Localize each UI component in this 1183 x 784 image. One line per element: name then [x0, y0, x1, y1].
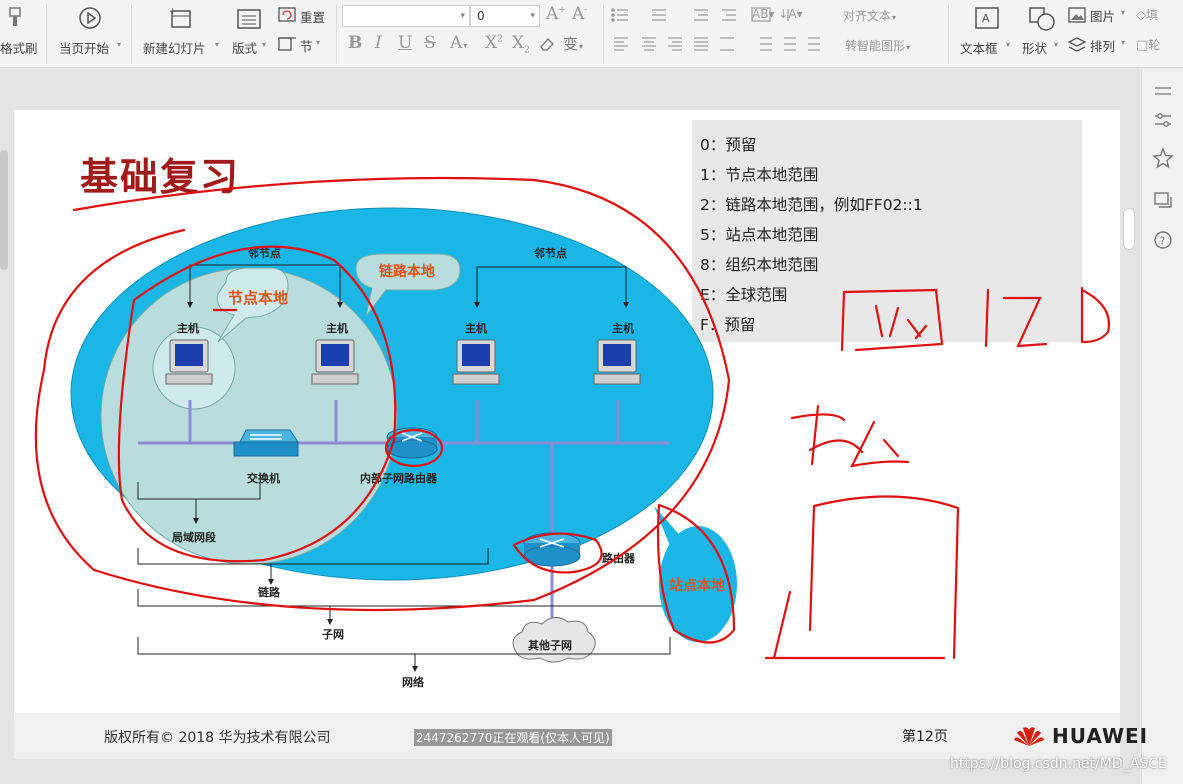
grow-font-button[interactable]: A+	[546, 4, 566, 24]
textbox-button[interactable]: A 文本框 ▾	[960, 4, 1016, 64]
other-subnet-label: 其他子网	[528, 638, 572, 652]
router-icon	[523, 532, 581, 567]
presentation-app: 格式刷 当页开始 ▾ + 新建幻灯片 ▾ 版式 ▾ 重置 节 ▾ ▾ 0 ▾ A…	[0, 0, 1183, 784]
vertical-scrollbar-thumb[interactable]	[1123, 208, 1135, 250]
section-icon	[278, 37, 296, 51]
new-slide-icon: +	[169, 7, 191, 28]
help-icon[interactable]: ?	[1152, 229, 1174, 251]
ribbon-toolbar: 格式刷 当页开始 ▾ + 新建幻灯片 ▾ 版式 ▾ 重置 节 ▾ ▾ 0 ▾ A…	[0, 0, 1183, 68]
task-pane-bar: ?	[1141, 69, 1183, 784]
svg-text:+: +	[169, 7, 177, 17]
host-label: 主机	[177, 321, 199, 335]
host-computer-icon	[311, 339, 359, 385]
switch-label: 交换机	[247, 471, 280, 485]
callout-node-local: 节点本地	[228, 289, 288, 307]
new-slide-button[interactable]: + 新建幻灯片 ▾	[142, 4, 222, 64]
phonetic-button[interactable]: 变▾	[563, 33, 583, 54]
router-label: 路由器	[602, 551, 636, 565]
play-from-current-button[interactable]: 当页开始 ▾	[58, 4, 126, 64]
layout-button[interactable]: 版式 ▾	[230, 4, 270, 64]
thumbnail-scrollbar[interactable]	[0, 150, 8, 270]
bold-button[interactable]: B	[348, 33, 362, 53]
host-label: 主机	[612, 321, 634, 335]
host-computer-icon	[452, 339, 500, 385]
shrink-font-button[interactable]: A-	[572, 4, 587, 24]
font-size-select[interactable]: 0 ▾	[470, 5, 540, 27]
eraser-icon[interactable]	[538, 35, 556, 53]
align-controls-row[interactable]	[612, 35, 842, 53]
shape-icon	[1029, 7, 1055, 31]
page-number: 第12页	[902, 729, 948, 745]
copyright-text: 版权所有© 2018 华为技术有限公司	[104, 730, 331, 746]
host-label: 主机	[465, 321, 487, 335]
shape-button[interactable]: 形状 ▾	[1020, 4, 1064, 64]
arrange-icon	[1068, 37, 1086, 52]
brush-icon	[9, 7, 21, 26]
settings-sliders-icon[interactable]	[1152, 109, 1174, 131]
underline-button[interactable]: U	[398, 33, 412, 53]
host-computer-icon	[165, 339, 213, 385]
svg-text:?: ?	[1160, 235, 1166, 248]
slide-footer: 版权所有© 2018 华为技术有限公司 2447262770正在观看(仅本人可见…	[14, 713, 1147, 759]
superscript-button[interactable]: X2	[485, 33, 503, 53]
font-name-select[interactable]: ▾	[342, 5, 470, 27]
source-watermark: https://blog.csdn.net/MD_ASCE	[950, 756, 1167, 772]
switch-icon	[233, 429, 299, 457]
neighbor-label-left: 邻节点	[247, 246, 281, 260]
internal-router-icon	[386, 427, 438, 459]
fill-button[interactable]: ◇填	[1136, 6, 1158, 23]
link-label: 链路	[258, 585, 281, 599]
reset-icon	[278, 7, 296, 22]
textbox-icon: A	[975, 7, 999, 29]
subscript-button[interactable]: X2	[512, 33, 530, 55]
lan-segment-label: 局域网段	[171, 530, 216, 544]
neighbor-label-right: 邻节点	[533, 246, 567, 260]
convert-smartart-button[interactable]: 转智能图形▾	[845, 37, 910, 54]
network-scope-diagram: 邻节点 邻节点 主机 主机 主机 主机 交换机 内部子网路由器 路由器 其他子网…	[70, 207, 737, 689]
callout-link-local: 链路本地	[379, 263, 435, 280]
picture-icon	[1068, 7, 1086, 23]
callout-site-local: 站点本地	[669, 577, 725, 594]
outline-button[interactable]: □轮	[1136, 36, 1160, 53]
network-label: 网络	[402, 675, 424, 689]
internal-router-label: 内部子网路由器	[360, 471, 438, 485]
host-label: 主机	[326, 321, 348, 335]
format-painter-button[interactable]: 格式刷	[0, 4, 46, 64]
font-color-button[interactable]: A▾	[450, 33, 467, 53]
subnet-label: 子网	[322, 628, 344, 641]
slides-icon[interactable]	[1152, 189, 1174, 211]
viewer-notice: 2447262770正在观看(仅本人可见)	[414, 729, 612, 746]
strikethrough-button[interactable]: S	[424, 33, 436, 53]
align-text-button[interactable]: 对齐文本▾	[843, 7, 896, 24]
host-computer-icon	[593, 339, 641, 385]
star-icon[interactable]	[1152, 147, 1174, 169]
huawei-logo-icon	[1014, 727, 1044, 746]
italic-button[interactable]: I	[375, 33, 382, 53]
brand-wordmark: HUAWEI	[1052, 724, 1149, 748]
layout-icon	[237, 9, 261, 29]
menu-icon[interactable]	[1152, 81, 1174, 103]
play-icon	[79, 7, 101, 29]
text-direction-button[interactable]: AB▾ ↓A▾	[752, 7, 803, 21]
slide-canvas[interactable]: 基础复习 0：预留 1：节点本地范围 2：链路本地范围，例如FF02::1 5：…	[14, 110, 1120, 715]
svg-text:A: A	[982, 12, 990, 25]
